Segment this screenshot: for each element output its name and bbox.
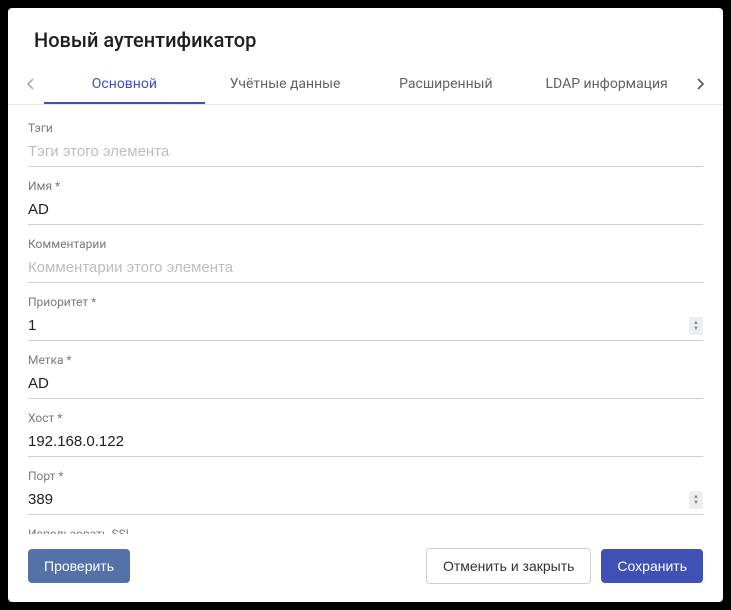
label-priority: Приоритет *	[28, 295, 703, 309]
tab-bar: Основной Учётные данные Расширенный LDAP…	[8, 64, 723, 105]
tab-credentials[interactable]: Учётные данные	[205, 64, 366, 104]
label-port: Порт *	[28, 469, 703, 483]
input-host[interactable]	[28, 427, 703, 457]
input-mark[interactable]	[28, 369, 703, 399]
field-host: Хост *	[28, 411, 703, 457]
tab-advanced[interactable]: Расширенный	[366, 64, 527, 104]
input-comments[interactable]	[28, 253, 703, 283]
spinner-port[interactable]	[689, 491, 703, 509]
tab-scroll-left[interactable]	[16, 64, 44, 104]
label-mark: Метка *	[28, 353, 703, 367]
form-body: Тэги Имя * Комментарии Приоритет * Метка…	[8, 105, 723, 534]
tab-ldap-info[interactable]: LDAP информация	[526, 64, 687, 104]
label-name: Имя *	[28, 179, 703, 193]
dialog-new-authenticator: Новый аутентификатор Основной Учётные да…	[8, 8, 723, 602]
chevron-left-icon	[26, 78, 34, 90]
field-comments: Комментарии	[28, 237, 703, 283]
tab-main[interactable]: Основной	[44, 64, 205, 104]
field-mark: Метка *	[28, 353, 703, 399]
input-port[interactable]	[28, 485, 703, 515]
cancel-button[interactable]: Отменить и закрыть	[426, 548, 591, 584]
test-button[interactable]: Проверить	[28, 549, 130, 583]
spinner-priority[interactable]	[689, 317, 703, 335]
field-tags: Тэги	[28, 121, 703, 167]
label-host: Хост *	[28, 411, 703, 425]
save-button[interactable]: Сохранить	[601, 549, 703, 583]
label-tags: Тэги	[28, 121, 703, 135]
input-priority[interactable]	[28, 311, 703, 341]
field-port: Порт *	[28, 469, 703, 515]
tab-scroll-right[interactable]	[687, 64, 715, 104]
input-name[interactable]	[28, 195, 703, 225]
field-name: Имя *	[28, 179, 703, 225]
dialog-footer: Проверить Отменить и закрыть Сохранить	[8, 534, 723, 602]
label-ssl: Использовать SSL	[28, 527, 703, 534]
dialog-title: Новый аутентификатор	[8, 8, 723, 64]
label-comments: Комментарии	[28, 237, 703, 251]
input-tags[interactable]	[28, 137, 703, 167]
field-priority: Приоритет *	[28, 295, 703, 341]
chevron-right-icon	[697, 78, 705, 90]
field-ssl: Использовать SSL Нет	[28, 527, 703, 534]
